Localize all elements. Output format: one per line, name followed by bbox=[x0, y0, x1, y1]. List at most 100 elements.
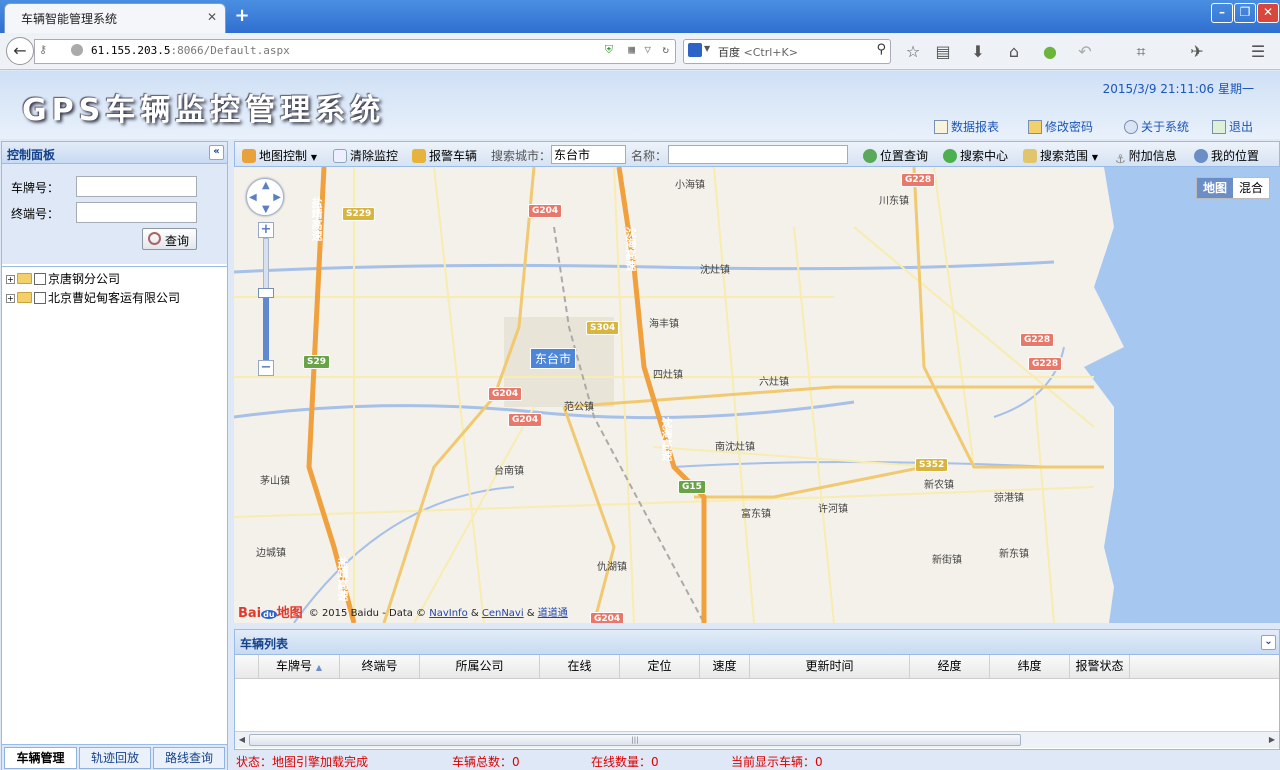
home-icon[interactable]: ⌂ bbox=[1003, 41, 1025, 63]
my-location-button[interactable]: 我的位置 bbox=[1194, 147, 1259, 164]
chevron-down-icon: ▼ bbox=[310, 153, 317, 162]
tab-track-playback[interactable]: 轨迹回放 bbox=[79, 747, 151, 769]
tab-vehicle-management[interactable]: 车辆管理 bbox=[4, 747, 77, 769]
search-range-menu[interactable]: 搜索范围 ▼ bbox=[1023, 147, 1098, 164]
change-password-label: 修改密码 bbox=[1045, 120, 1094, 134]
collapse-panel-icon[interactable]: « bbox=[209, 145, 224, 160]
download-icon[interactable]: ⬇ bbox=[967, 41, 989, 63]
pan-down-icon[interactable]: ▼ bbox=[262, 204, 270, 215]
menu-icon[interactable]: ☰ bbox=[1247, 41, 1269, 63]
town-label: 南沈灶镇 bbox=[715, 442, 755, 453]
panel-tabs: 车辆管理 轨迹回放 路线查询 bbox=[2, 744, 227, 770]
pan-up-icon[interactable]: ▲ bbox=[262, 180, 270, 191]
baidu-map-logo: Bai du 地图 bbox=[238, 606, 303, 621]
minimize-icon[interactable]: – bbox=[1211, 3, 1233, 23]
current-datetime: 2015/3/9 21:11:06 星期一 bbox=[1102, 82, 1254, 96]
engine-dropdown-icon[interactable]: ▼ bbox=[704, 44, 710, 53]
zoom-slider-handle[interactable] bbox=[258, 288, 274, 298]
checkbox[interactable] bbox=[34, 273, 46, 285]
undo-icon[interactable]: ↶ bbox=[1074, 41, 1096, 63]
tab-route-query[interactable]: 路线查询 bbox=[153, 747, 225, 769]
scroll-thumb[interactable]: ||| bbox=[249, 734, 1021, 746]
position-query-label: 位置查询 bbox=[880, 149, 929, 163]
close-window-icon[interactable]: ✕ bbox=[1257, 3, 1279, 23]
chat-icon[interactable]: ● bbox=[1039, 41, 1061, 63]
checkbox[interactable] bbox=[34, 292, 46, 304]
dropdown-icon[interactable]: ▽ bbox=[644, 43, 651, 56]
column-header-company[interactable]: 所属公司 bbox=[420, 655, 540, 678]
search-center-button[interactable]: 搜索中心 bbox=[943, 147, 1008, 164]
pan-left-icon[interactable]: ◀ bbox=[249, 192, 257, 203]
tree-node[interactable]: + 北京曹妃甸客运有限公司 bbox=[6, 289, 180, 307]
url-bar[interactable]: ⚷ 61.155.203.5:8066/Default.aspx ⛨ ▦ ▽ ↻ bbox=[34, 39, 676, 64]
zoom-out-button[interactable]: − bbox=[258, 360, 274, 376]
maximize-icon[interactable]: ❐ bbox=[1234, 3, 1256, 23]
horizontal-scrollbar[interactable]: ◀ ||| ▶ bbox=[235, 731, 1279, 748]
scroll-right-icon[interactable]: ▶ bbox=[1266, 734, 1278, 746]
scroll-left-icon[interactable]: ◀ bbox=[236, 734, 248, 746]
plate-input[interactable] bbox=[76, 176, 197, 197]
globe-icon bbox=[863, 149, 877, 163]
expand-icon[interactable]: + bbox=[6, 294, 15, 303]
close-tab-icon[interactable]: ✕ bbox=[207, 10, 217, 24]
expand-icon[interactable]: + bbox=[6, 275, 15, 284]
crop-icon[interactable]: ⌗ bbox=[1130, 41, 1152, 63]
vehicle-table-header: 车牌号 ▲ 终端号 所属公司 在线 定位 速度 更新时间 经度 纬度 报警状态 bbox=[235, 655, 1279, 679]
reading-list-icon[interactable]: ▤ bbox=[932, 41, 954, 63]
column-header-plate[interactable]: 车牌号 ▲ bbox=[259, 655, 340, 678]
town-label: 新街镇 bbox=[932, 555, 962, 566]
navinfo-link[interactable]: NavInfo bbox=[429, 608, 467, 619]
extra-info-button[interactable]: ⚓ 附加信息 bbox=[1115, 147, 1177, 166]
terminal-input[interactable] bbox=[76, 202, 197, 223]
town-label: 海丰镇 bbox=[649, 319, 679, 330]
map-type-map[interactable]: 地图 bbox=[1196, 178, 1233, 198]
cennavi-link[interactable]: CenNavi bbox=[482, 608, 524, 619]
town-label: 沈灶镇 bbox=[700, 265, 730, 276]
search-icon[interactable]: ⚲ bbox=[876, 42, 886, 57]
column-header-speed[interactable]: 速度 bbox=[700, 655, 750, 678]
bookmark-star-icon[interactable]: ☆ bbox=[902, 41, 924, 63]
tree-node[interactable]: + 京唐钢分公司 bbox=[6, 270, 120, 288]
column-header-alarm[interactable]: 报警状态 bbox=[1070, 655, 1130, 678]
column-header-longitude[interactable]: 经度 bbox=[910, 655, 990, 678]
column-header-located[interactable]: 定位 bbox=[620, 655, 700, 678]
map-control-menu[interactable]: 地图控制 ▼ bbox=[242, 147, 317, 164]
zoom-in-button[interactable]: + bbox=[258, 222, 274, 238]
back-button[interactable]: ← bbox=[6, 37, 34, 65]
about-link[interactable]: 关于系统 bbox=[1124, 118, 1189, 135]
app-header: GPS车辆监控管理系统 2015/3/9 21:11:06 星期一 数据报表 修… bbox=[0, 71, 1280, 139]
daodaotong-link[interactable]: 道道通 bbox=[538, 608, 568, 619]
name-input[interactable] bbox=[668, 145, 848, 164]
baidu-paw-icon[interactable] bbox=[688, 43, 702, 57]
new-tab-icon[interactable]: + bbox=[232, 6, 252, 26]
column-header-terminal[interactable]: 终端号 bbox=[340, 655, 420, 678]
pan-control[interactable]: ▲ ▼ ◀ ▶ bbox=[246, 178, 284, 216]
alarm-vehicle-button[interactable]: 报警车辆 bbox=[412, 147, 477, 164]
app-title: GPS车辆监控管理系统 bbox=[22, 93, 386, 128]
data-report-link[interactable]: 数据报表 bbox=[934, 118, 999, 135]
change-password-link[interactable]: 修改密码 bbox=[1028, 118, 1093, 135]
status-bar: 状态：地图引擎加载完成 车辆总数：0 在线数量：0 当前显示车辆：0 bbox=[234, 751, 1280, 770]
shield-icon[interactable]: ⛨ bbox=[605, 43, 613, 57]
column-header-update-time[interactable]: 更新时间 bbox=[750, 655, 910, 678]
search-city-input[interactable] bbox=[551, 145, 626, 164]
map-canvas[interactable]: 小海镇 川东镇 沈灶镇 海丰镇 四灶镇 六灶镇 范公镇 南沈灶镇 台南镇 茅山镇… bbox=[234, 167, 1280, 623]
pan-right-icon[interactable]: ▶ bbox=[273, 192, 281, 203]
column-header-online[interactable]: 在线 bbox=[540, 655, 620, 678]
map-icon bbox=[242, 149, 256, 163]
road-shield: G228 bbox=[1020, 333, 1055, 347]
clear-monitor-button[interactable]: 清除监控 bbox=[333, 147, 398, 164]
folder-icon bbox=[17, 273, 32, 284]
addon-icon[interactable]: ✈ bbox=[1186, 41, 1208, 63]
search-engine-box[interactable]: ▼ 百度 <Ctrl+K> ⚲ bbox=[683, 39, 891, 64]
qr-code-icon[interactable]: ▦ bbox=[628, 43, 635, 56]
column-header-latitude[interactable]: 纬度 bbox=[990, 655, 1070, 678]
map-toolbar: 地图控制 ▼ 清除监控 报警车辆 搜索城市： 名称： 位置查询 搜索中心 搜索范… bbox=[234, 141, 1280, 167]
position-query-button[interactable]: 位置查询 bbox=[863, 147, 928, 164]
map-type-hybrid[interactable]: 混合 bbox=[1233, 178, 1269, 198]
logout-link[interactable]: 退出 bbox=[1212, 118, 1253, 135]
browser-tab[interactable]: 车辆智能管理系统 ✕ bbox=[4, 3, 226, 33]
query-button[interactable]: 查询 bbox=[142, 228, 197, 250]
collapse-list-icon[interactable]: ⌄ bbox=[1261, 635, 1276, 650]
reload-icon[interactable]: ↻ bbox=[662, 43, 669, 56]
